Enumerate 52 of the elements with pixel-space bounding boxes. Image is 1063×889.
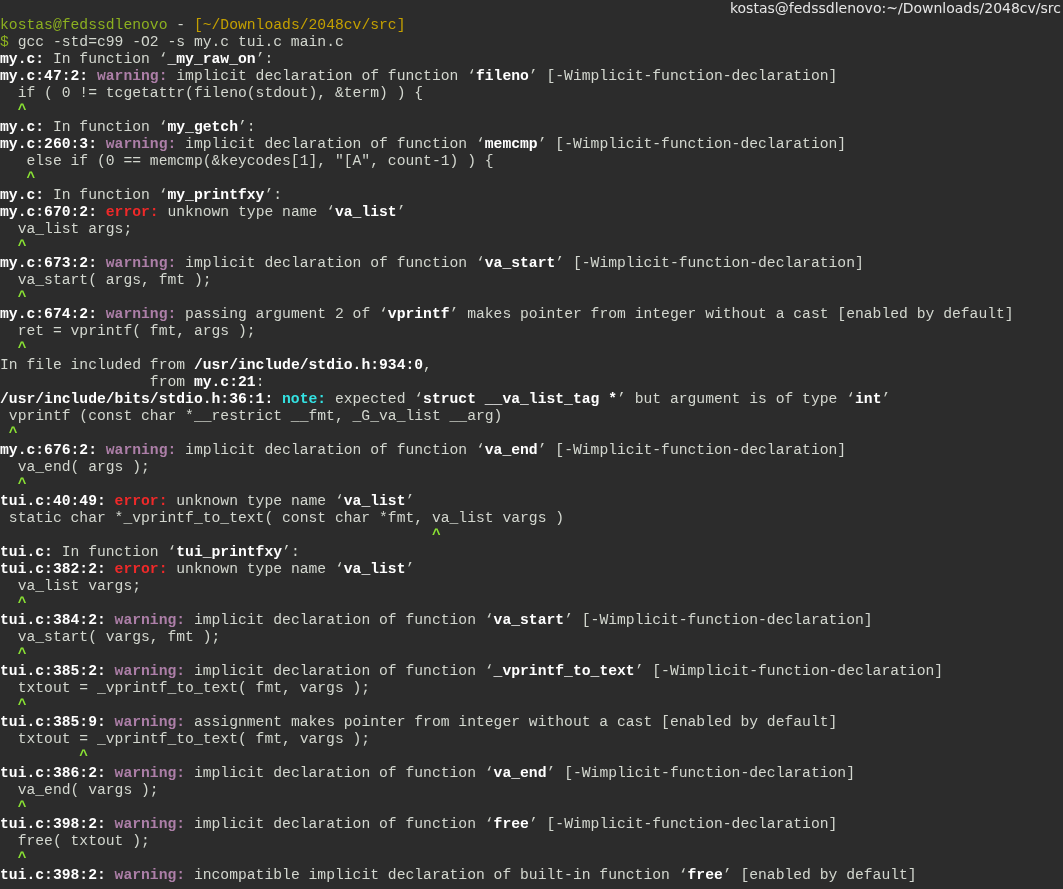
terminal-line: tui.c:385:2: warning: implicit declaration of function ‘_vprintf_to_text’ [-Wimplicit-function-declaration] [0,663,945,680]
terminal-line: tui.c:40:49: error: unknown type name ‘va_list’ [0,493,416,510]
terminal-line: tui.c:386:2: warning: implicit declaration of function ‘va_end’ [-Wimplicit-function-declaration] [0,765,856,782]
terminal-line: my.c:673:2: warning: implicit declaration of function ‘va_start’ [-Wimplicit-function-declaration] [0,255,865,272]
caret-marker: ^ [16,476,28,493]
terminal-line: my.c:47:2: warning: implicit declaration of function ‘fileno’ [-Wimplicit-function-declaration] [0,68,839,85]
terminal-line: va_end( args ); [16,459,151,476]
terminal-line: my.c: In function ‘my_getch’: [0,119,257,136]
terminal-line: vprintf (const char *__restrict __fmt, _G_va_list __arg) [7,408,504,425]
terminal-line: $ gcc -std=c99 -O2 -s my.c tui.c main.c [0,34,345,51]
caret-marker: ^ [430,527,442,544]
terminal-line: my.c: In function ‘my_printfxy’: [0,187,284,204]
caret-marker: ^ [25,170,37,187]
window-title: kostas@fedssdlenovo:~/Downloads/2048cv/src [728,0,1062,17]
caret-marker: ^ [16,646,28,663]
terminal-line: tui.c: In function ‘tui_printfxy’: [0,544,301,561]
terminal-line: tui.c:398:2: warning: incompatible implicit declaration of built-in function ‘free’ [enabled by default] [0,867,918,884]
caret-marker: ^ [16,238,28,255]
caret-marker: ^ [16,697,28,714]
caret-marker: ^ [16,595,28,612]
terminal-line: tui.c:382:2: error: unknown type name ‘va_list’ [0,561,416,578]
terminal-line: my.c:260:3: warning: implicit declaration of function ‘memcmp’ [-Wimplicit-function-declaration] [0,136,848,153]
terminal-line: ret = vprintf( fmt, args ); [16,323,257,340]
terminal-line: my.c:674:2: warning: passing argument 2 of ‘vprintf’ makes pointer from integer without a cast [enabled by default] [0,306,1015,323]
caret-marker: ^ [7,425,19,442]
terminal-line: else if (0 == memcmp(&keycodes[1], "[A", count-1) ) { [25,153,495,170]
terminal-line: kostas@fedssdlenovo - [~/Downloads/2048cv/src] [0,17,407,34]
caret-marker: ^ [16,850,28,867]
terminal-line: /usr/include/bits/stdio.h:36:1: note: expected ‘struct __va_list_tag *’ but argument is of type ‘int’ [0,391,892,408]
terminal-line: va_list vargs; [16,578,143,595]
terminal-line: txtout = _vprintf_to_text( fmt, vargs ); [16,731,372,748]
terminal-line: from my.c:21: [148,374,266,391]
terminal-line: tui.c:384:2: warning: implicit declaration of function ‘va_start’ [-Wimplicit-function-declaration] [0,612,874,629]
terminal-line: In file included from /usr/include/stdio.h:934:0, [0,357,433,374]
terminal-line: va_end( vargs ); [16,782,160,799]
terminal-line: va_start( args, fmt ); [16,272,213,289]
caret-marker: ^ [16,340,28,357]
terminal-line: txtout = _vprintf_to_text( fmt, vargs ); [16,680,372,697]
caret-marker: ^ [16,289,28,306]
terminal-line: free( txtout ); [16,833,151,850]
terminal-line: static char *_vprintf_to_text( const char *fmt, va_list vargs ) [7,510,566,527]
terminal-line: tui.c:385:9: warning: assignment makes pointer from integer without a cast [enabled by default] [0,714,839,731]
terminal-line: va_list args; [16,221,134,238]
caret-marker: ^ [16,102,28,119]
terminal-line: tui.c:398:2: warning: implicit declaration of function ‘free’ [-Wimplicit-function-declaration] [0,816,839,833]
terminal-line: my.c:670:2: error: unknown type name ‘va_list’ [0,204,407,221]
caret-marker: ^ [78,748,90,765]
terminal-line: va_start( vargs, fmt ); [16,629,222,646]
caret-marker: ^ [16,799,28,816]
terminal-line: my.c: In function ‘_my_raw_on’: [0,51,275,68]
terminal-line: my.c:676:2: warning: implicit declaration of function ‘va_end’ [-Wimplicit-function-declaration] [0,442,848,459]
terminal-line: if ( 0 != tcgetattr(fileno(stdout), &term) ) { [16,85,425,102]
